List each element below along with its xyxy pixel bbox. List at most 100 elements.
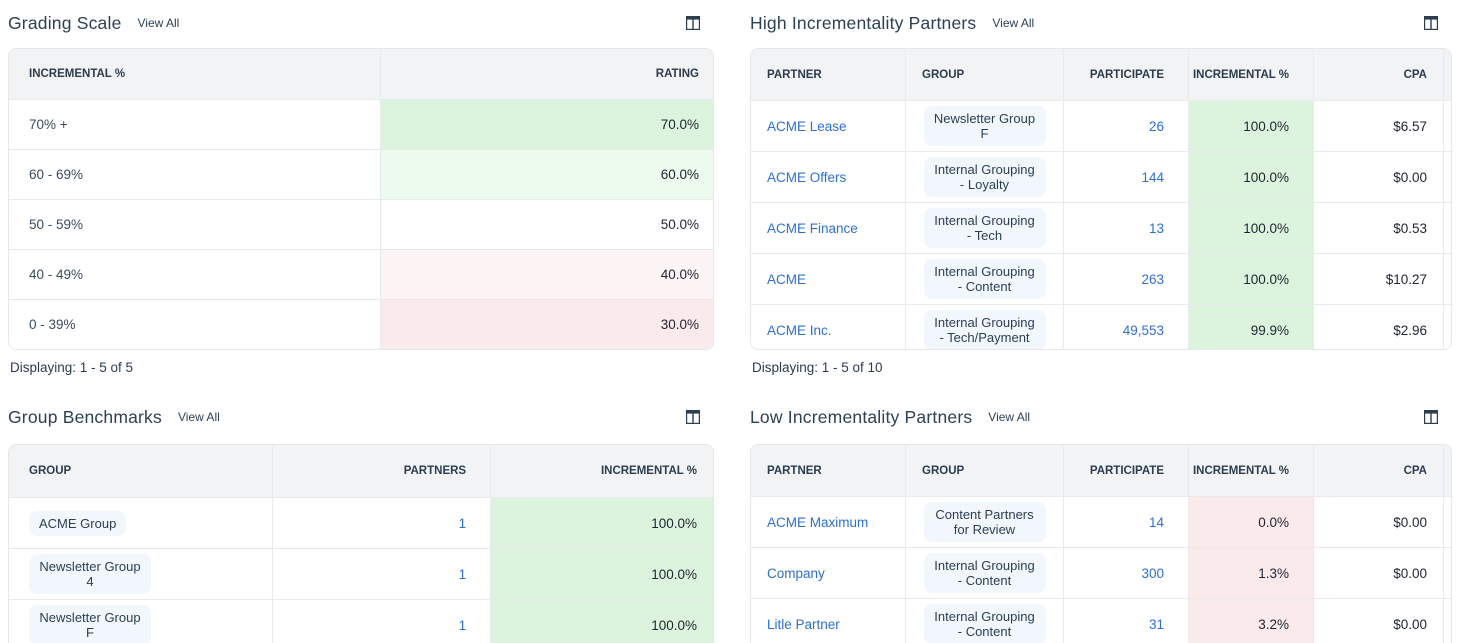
partner-link[interactable]: ACME Maximum <box>767 515 868 530</box>
participate-cell: 300 <box>1064 547 1189 598</box>
cpa-cell: $0.00 <box>1314 547 1444 598</box>
partner-link[interactable]: ACME <box>767 272 806 287</box>
partners-cell: 1 <box>273 599 491 643</box>
participate-link[interactable]: 144 <box>1141 170 1164 185</box>
participate-link[interactable]: 13 <box>1149 221 1164 236</box>
group-pill: Internal Grouping - Content <box>924 604 1046 643</box>
group-cell: Internal Grouping - Tech/Payment <box>906 304 1064 350</box>
group-cell-clip: Newsletter Group F <box>906 106 1063 146</box>
incremental-cell: 100.0% <box>1189 253 1314 304</box>
column-header-group: GROUP <box>906 49 1064 100</box>
rating-value: 40.0% <box>381 249 714 299</box>
group-pill: Internal Grouping - Loyalty <box>924 157 1046 197</box>
incremental-cell: 1.3% <box>1189 547 1314 598</box>
table-row: ACME FinanceInternal Grouping - Tech1310… <box>751 202 1452 253</box>
rating-value: 30.0% <box>381 299 714 349</box>
column-header-group: GROUP <box>906 445 1064 496</box>
low-partners-table: PARTNER GROUP PARTICIPATE INCREMENTAL % … <box>750 444 1452 643</box>
group-pill: Newsletter Group F <box>924 106 1046 146</box>
participate-cell: 13 <box>1064 202 1189 253</box>
group-cell-clip: Internal Grouping - Content <box>906 553 1063 593</box>
partner-link[interactable]: ACME Lease <box>767 119 847 134</box>
table-columns-icon[interactable] <box>1424 16 1438 30</box>
partners-count-link[interactable]: 1 <box>459 618 467 633</box>
group-cell: Newsletter Group F <box>9 599 273 643</box>
group-cell: Internal Grouping - Content <box>906 547 1064 598</box>
incremental-range-label: 0 - 39% <box>9 299 381 349</box>
spacer-cell <box>1444 598 1452 643</box>
partner-link[interactable]: ACME Inc. <box>767 323 832 338</box>
participate-cell: 14 <box>1064 496 1189 547</box>
cpa-cell: $10.27 <box>1314 253 1444 304</box>
group-cell: Internal Grouping - Tech <box>906 202 1064 253</box>
partners-count-link[interactable]: 1 <box>459 567 467 582</box>
group-cell-clip: Internal Grouping - Tech <box>906 208 1063 248</box>
page-title: High Incrementality Partners <box>750 13 976 34</box>
panel-header: Group Benchmarks View All <box>8 402 714 432</box>
incremental-cell: 0.0% <box>1189 496 1314 547</box>
participate-cell: 263 <box>1064 253 1189 304</box>
table-row: 50 - 59%50.0% <box>9 199 714 249</box>
column-header-incremental: INCREMENTAL % <box>491 445 713 497</box>
cpa-cell: $0.00 <box>1314 151 1444 202</box>
participate-link[interactable]: 31 <box>1149 617 1164 632</box>
rating-value: 60.0% <box>381 149 714 199</box>
partners-cell: 1 <box>273 548 491 599</box>
table-columns-icon[interactable] <box>686 410 700 424</box>
partner-link[interactable]: ACME Offers <box>767 170 846 185</box>
group-pill: Newsletter Group 4 <box>29 554 151 594</box>
spacer-cell <box>1444 253 1452 304</box>
participate-link[interactable]: 49,553 <box>1123 323 1164 338</box>
partner-cell: Litle Partner <box>751 598 906 643</box>
group-cell-clip: Internal Grouping - Loyalty <box>906 157 1063 197</box>
table-columns-icon[interactable] <box>1424 410 1438 424</box>
partners-count-link[interactable]: 1 <box>459 516 467 531</box>
view-all-link[interactable]: View All <box>992 16 1034 30</box>
high-partners-table: PARTNER GROUP PARTICIPATE INCREMENTAL % … <box>750 48 1452 350</box>
partner-link[interactable]: Company <box>767 566 825 581</box>
participate-link[interactable]: 14 <box>1149 515 1164 530</box>
table-columns-icon[interactable] <box>686 16 700 30</box>
partner-link[interactable]: ACME Finance <box>767 221 858 236</box>
table-row: ACME Maximum Content Partners for Review 1… <box>751 496 1452 547</box>
cpa-cell: $2.96 <box>1314 304 1444 350</box>
participate-cell: 31 <box>1064 598 1189 643</box>
column-header-partners: PARTNERS <box>273 445 491 497</box>
partner-cell: ACME Finance <box>751 202 906 253</box>
view-all-link[interactable]: View All <box>988 410 1030 424</box>
column-header-partner: PARTNER <box>751 49 906 100</box>
view-all-link[interactable]: View All <box>138 16 180 30</box>
view-all-link[interactable]: View All <box>178 410 220 424</box>
group-pill: Internal Grouping - Tech/Payment <box>924 310 1046 350</box>
column-header-partner: PARTNER <box>751 445 906 496</box>
group-cell: Internal Grouping - Content <box>906 598 1064 643</box>
column-header-participate: PARTICIPATE <box>1064 49 1189 100</box>
page-title: Low Incrementality Partners <box>750 407 972 428</box>
group-cell-clip: Internal Grouping - Tech/Payment <box>906 310 1063 350</box>
group-cell: Internal Grouping - Content <box>906 253 1064 304</box>
column-header-rating: RATING <box>381 49 714 99</box>
table-header-row: INCREMENTAL % RATING <box>9 49 714 99</box>
group-pill: Internal Grouping - Content <box>924 553 1046 593</box>
table-row: ACME Offers Internal Grouping - Loyalty 14… <box>751 151 1452 202</box>
incremental-range-label: 40 - 49% <box>9 249 381 299</box>
incremental-cell: 100.0% <box>1189 151 1314 202</box>
panel-group-benchmarks: Group Benchmarks View All GROUP PARTNERS… <box>8 391 714 643</box>
participate-link[interactable]: 300 <box>1141 566 1164 581</box>
page-title: Group Benchmarks <box>8 407 162 428</box>
page-title: Grading Scale <box>8 13 122 34</box>
partner-cell: ACME Inc. <box>751 304 906 350</box>
spacer-cell <box>1444 547 1452 598</box>
partner-link[interactable]: Litle Partner <box>767 617 840 632</box>
table-row: ACME Inc. Internal Grouping - Tech/Paymen… <box>751 304 1452 350</box>
group-cell-clip: Content Partners for Review <box>906 502 1063 542</box>
cpa-cell: $0.00 <box>1314 598 1444 643</box>
group-cell: Content Partners for Review <box>906 496 1064 547</box>
participate-cell: 26 <box>1064 100 1189 151</box>
group-cell-clip: ACME Group <box>9 511 272 536</box>
participate-link[interactable]: 26 <box>1149 119 1164 134</box>
spacer-cell <box>1444 202 1452 253</box>
table-row: ACME LeaseNewsletter Group F26100.0%$6.5… <box>751 100 1452 151</box>
participate-link[interactable]: 263 <box>1141 272 1164 287</box>
column-header-spacer <box>1444 445 1452 496</box>
